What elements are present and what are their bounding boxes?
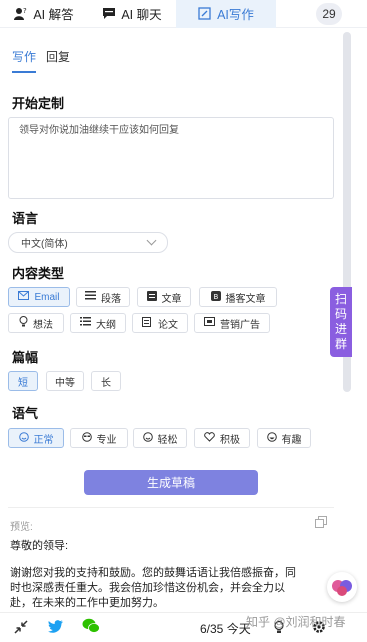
section-title-language: 语言: [12, 211, 39, 226]
section-title-custom: 开始定制: [12, 96, 65, 111]
side-char: 群: [334, 337, 347, 351]
scan-join-group-button[interactable]: 扫 码 进 群: [330, 287, 352, 357]
chip-label: 专业: [96, 434, 117, 446]
chip-label: 积极: [220, 434, 240, 446]
section-title-length: 篇幅: [12, 350, 39, 365]
twitter-icon[interactable]: [48, 620, 66, 638]
preview-line: 赴，在未来的工作中更加努力。: [10, 597, 164, 609]
side-char: 扫: [334, 292, 347, 306]
preview-greeting: 尊敬的领导:: [10, 540, 69, 552]
tab-label: AI 解答: [33, 8, 74, 22]
outline-icon: [80, 317, 91, 329]
usage-count-badge: 29: [316, 3, 342, 25]
length-short[interactable]: 短: [8, 371, 38, 391]
content-type-outline[interactable]: 大纲: [70, 313, 126, 333]
divider: [8, 507, 334, 508]
copy-icon[interactable]: [315, 516, 327, 528]
tone-normal[interactable]: 正常: [8, 428, 64, 448]
chip-label: 播客文章: [225, 293, 266, 305]
preview-line: 时也深感责任重大。我会倍加珍惜这份机会，并会全力以: [10, 582, 285, 594]
generate-draft-button[interactable]: 生成草稿: [84, 470, 258, 495]
person-question-icon: ?: [14, 7, 28, 20]
language-select[interactable]: 中文(简体): [8, 232, 168, 253]
tab-label: AI写作: [217, 8, 254, 22]
heart-hand-icon: [204, 431, 215, 445]
content-type-podcast[interactable]: B 播客文章: [199, 287, 277, 307]
write-icon: [198, 7, 212, 20]
content-type-idea[interactable]: 想法: [8, 313, 64, 333]
ad-icon: [204, 317, 215, 329]
content-type-paper[interactable]: 论文: [132, 313, 188, 333]
relaxed-face-icon: [142, 431, 153, 445]
language-select-value: 中文(简体): [21, 239, 68, 250]
section-title-tone: 语气: [12, 406, 39, 421]
prompt-textarea[interactable]: 领导对你说加油继续干应该如何回复: [8, 117, 334, 199]
section-title-content-type: 内容类型: [12, 266, 65, 281]
tab-ai-write[interactable]: AI写作: [176, 0, 276, 28]
podcast-icon: B: [210, 290, 221, 304]
preview-line: 谢谢您对我的支持和鼓励。您的鼓舞话语让我倍感振奋，同: [10, 567, 296, 579]
tab-ai-answer[interactable]: ? AI 解答: [0, 0, 88, 28]
laugh-icon: [266, 431, 277, 445]
top-tab-bar: ? AI 解答 AI 聊天 AI写作: [0, 0, 367, 28]
glasses-face-icon: [81, 431, 92, 445]
chip-label: 大纲: [96, 319, 116, 331]
length-long[interactable]: 长: [91, 371, 121, 391]
brain-icon[interactable]: [327, 572, 357, 602]
tone-relaxed[interactable]: 轻松: [133, 428, 187, 448]
content-type-article[interactable]: 文章: [137, 287, 191, 307]
email-icon: [18, 291, 30, 303]
chevron-down-icon: [146, 235, 157, 246]
tone-professional[interactable]: 专业: [70, 428, 128, 448]
content-type-paragraph[interactable]: 段落: [76, 287, 130, 307]
chip-label: Email: [34, 291, 60, 303]
watermark: 知乎 @刘润和时春: [246, 615, 346, 629]
chip-label: 段落: [101, 293, 121, 305]
tone-positive[interactable]: 积极: [194, 428, 250, 448]
side-char: 进: [334, 322, 347, 336]
chip-label: 营销广告: [220, 319, 260, 331]
paper-icon: [142, 316, 153, 330]
content-type-email[interactable]: Email: [8, 287, 70, 307]
side-char: 码: [334, 307, 347, 321]
smile-icon: [18, 431, 29, 445]
sub-tabs: 写作 回复: [12, 48, 70, 73]
tab-label: AI 聊天: [121, 8, 162, 22]
chip-label: 文章: [161, 293, 182, 305]
tone-fun[interactable]: 有趣: [257, 428, 311, 448]
article-icon: [146, 290, 157, 304]
subtab-reply[interactable]: 回复: [46, 48, 70, 73]
wechat-icon[interactable]: [82, 618, 100, 636]
chip-label: 正常: [33, 434, 54, 446]
paragraph-icon: [85, 291, 96, 303]
preview-label: 预览:: [10, 522, 33, 533]
subtab-write[interactable]: 写作: [12, 48, 37, 73]
chip-label: 论文: [158, 319, 178, 331]
chip-label: 有趣: [281, 434, 302, 446]
chip-label: 想法: [33, 319, 53, 331]
chat-icon: [102, 7, 116, 20]
svg-text:?: ?: [23, 7, 27, 15]
svg-text:B: B: [213, 293, 218, 301]
chip-label: 轻松: [157, 434, 178, 446]
tab-ai-chat[interactable]: AI 聊天: [88, 0, 176, 28]
collapse-icon[interactable]: [14, 620, 32, 638]
content-type-ad[interactable]: 营销广告: [194, 313, 270, 333]
usage-counter: 6/35 今天: [200, 622, 251, 636]
length-medium[interactable]: 中等: [46, 371, 84, 391]
bulb-icon: [19, 316, 28, 330]
